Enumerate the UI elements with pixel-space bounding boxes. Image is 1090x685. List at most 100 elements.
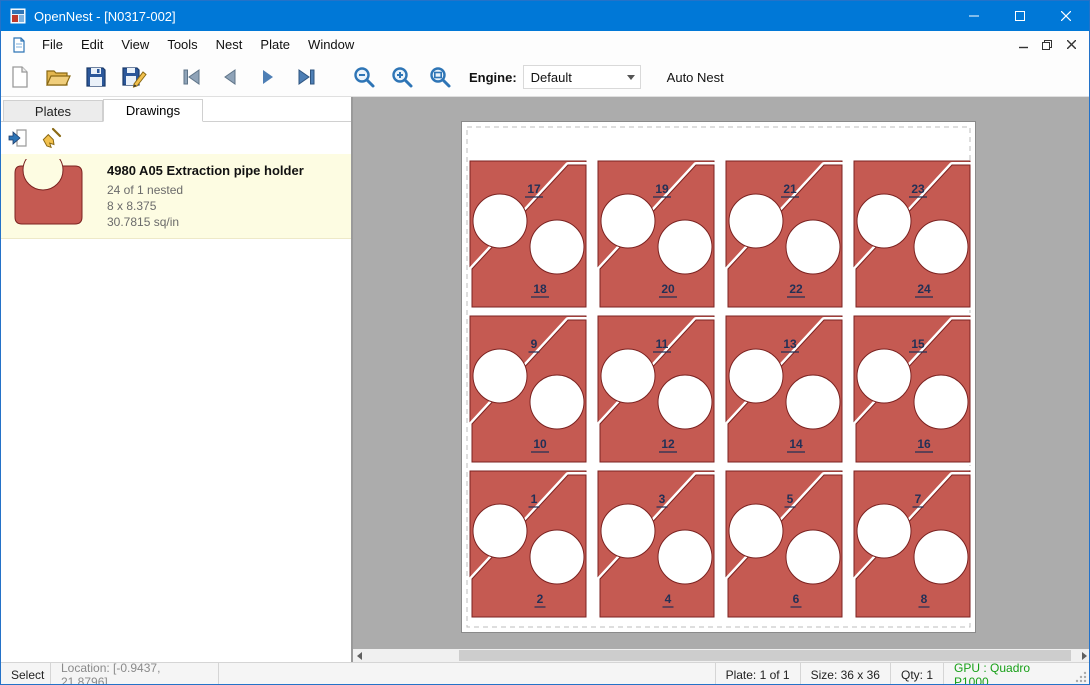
mdi-close-button[interactable] (1059, 35, 1083, 55)
zoom-in-button[interactable] (385, 61, 419, 93)
part-number: 24 (917, 282, 931, 296)
nested-pair: 1112 (598, 316, 714, 462)
panel-tabstrip: Plates Drawings (1, 97, 351, 122)
minimize-button[interactable] (951, 1, 997, 31)
close-button[interactable] (1043, 1, 1089, 31)
part-number: 16 (917, 437, 931, 451)
mdi-window-controls (1011, 35, 1089, 55)
part-number: 7 (915, 492, 922, 506)
scroll-right-button[interactable] (1078, 649, 1090, 662)
first-plate-button[interactable] (175, 61, 209, 93)
status-plate-size: Size: 36 x 36 (800, 663, 890, 685)
zoom-fit-button[interactable] (423, 61, 457, 93)
menu-file[interactable]: File (33, 32, 72, 57)
part-number: 18 (533, 282, 547, 296)
drawing-info: 4980 A05 Extraction pipe holder 24 of 1 … (97, 163, 304, 230)
mdi-minimize-icon (1019, 40, 1028, 49)
scroll-left-icon (356, 652, 363, 660)
nested-pair: 1920 (598, 161, 714, 307)
nested-pair: 1516 (854, 316, 970, 462)
window-title: OpenNest - [N0317-002] (34, 9, 951, 24)
drawing-list-item[interactable]: 4980 A05 Extraction pipe holder 24 of 1 … (1, 154, 351, 239)
zoom-out-icon (352, 65, 376, 89)
mdi-minimize-button[interactable] (1011, 35, 1035, 55)
menu-edit[interactable]: Edit (72, 32, 112, 57)
save-edit-button[interactable] (117, 61, 151, 93)
part-number: 20 (661, 282, 675, 296)
part-number: 6 (793, 592, 800, 606)
resize-grip-icon (1074, 670, 1088, 684)
part-number: 19 (655, 182, 669, 196)
part-number: 12 (661, 437, 675, 451)
open-folder-icon (45, 65, 71, 89)
chevron-down-icon (627, 75, 635, 80)
last-plate-button[interactable] (289, 61, 323, 93)
scroll-left-button[interactable] (353, 649, 366, 662)
nested-pair: 9 10 (470, 316, 586, 462)
save-button[interactable] (79, 61, 113, 93)
nested-pair: 12 (470, 471, 586, 617)
part-number: 10 (533, 437, 547, 451)
menu-tools[interactable]: Tools (158, 32, 206, 57)
part-number: 13 (783, 337, 797, 351)
nest-canvas[interactable]: 171819202122232491011121314151612345678 (353, 97, 1090, 649)
scroll-right-icon (1081, 652, 1088, 660)
tab-plates[interactable]: Plates (3, 100, 103, 121)
open-button[interactable] (41, 61, 75, 93)
part-number: 3 (659, 492, 666, 506)
new-button[interactable] (3, 61, 37, 93)
part-number: 21 (783, 182, 797, 196)
nested-pair: 78 (854, 471, 970, 617)
previous-plate-button[interactable] (213, 61, 247, 93)
first-plate-icon (180, 65, 204, 89)
import-drawing-button[interactable] (5, 125, 33, 151)
menu-plate[interactable]: Plate (251, 32, 299, 57)
part-thumbnail (9, 159, 97, 233)
menu-window[interactable]: Window (299, 32, 363, 57)
mdi-document-icon[interactable] (11, 37, 27, 53)
previous-plate-icon (218, 65, 242, 89)
next-plate-button[interactable] (251, 61, 285, 93)
left-panel: Plates Drawings 498 (1, 97, 351, 662)
nested-pair: 21 22 (726, 161, 842, 307)
close-icon (1061, 11, 1071, 21)
tab-drawings[interactable]: Drawings (103, 99, 203, 122)
drawing-nested-count: 24 of 1 nested (107, 182, 304, 198)
new-file-icon (8, 65, 32, 89)
menu-nest[interactable]: Nest (207, 32, 252, 57)
part-number: 9 (531, 337, 538, 351)
plate-sheet[interactable]: 171819202122232491011121314151612345678 (461, 121, 976, 633)
minimize-icon (969, 11, 979, 21)
mdi-restore-icon (1042, 40, 1052, 50)
status-location: Location: [-0.9437, 21.8796] (51, 663, 219, 685)
engine-value: Default (531, 70, 572, 85)
status-gpu: GPU : Quadro P1000 (943, 663, 1073, 685)
save-icon (84, 65, 108, 89)
auto-nest-button[interactable]: Auto Nest (659, 65, 732, 90)
next-plate-icon (256, 65, 280, 89)
zoom-out-button[interactable] (347, 61, 381, 93)
part-number: 22 (789, 282, 803, 296)
import-drawing-icon (8, 128, 30, 148)
clean-button[interactable] (37, 125, 65, 151)
status-plate-count: Plate: 1 of 1 (715, 663, 800, 685)
maximize-button[interactable] (997, 1, 1043, 31)
part-number: 15 (911, 337, 925, 351)
status-mode: Select (1, 663, 51, 685)
mdi-close-icon (1067, 40, 1076, 49)
part-number: 8 (921, 592, 928, 606)
part-number: 4 (665, 592, 672, 606)
resize-grip[interactable] (1073, 663, 1089, 685)
scrollbar-thumb[interactable] (459, 650, 1071, 661)
drawing-area: 30.7815 sq/in (107, 214, 304, 230)
drawing-title: 4980 A05 Extraction pipe holder (107, 163, 304, 178)
menu-view[interactable]: View (112, 32, 158, 57)
last-plate-icon (294, 65, 318, 89)
app-icon (10, 8, 26, 24)
engine-select[interactable]: Default (523, 65, 641, 89)
zoom-in-icon (390, 65, 414, 89)
nested-pair: 1718 (470, 161, 586, 307)
zoom-fit-icon (428, 65, 452, 89)
mdi-restore-button[interactable] (1035, 35, 1059, 55)
part-number: 17 (527, 182, 541, 196)
